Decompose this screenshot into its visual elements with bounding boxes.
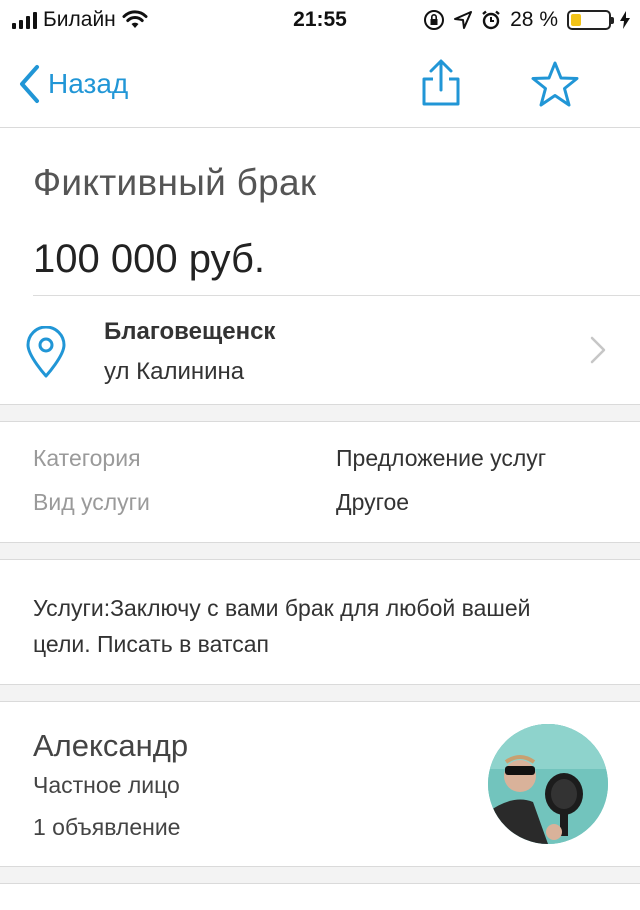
star-icon [531, 61, 579, 107]
avatar-photo [488, 724, 608, 844]
listing-price: 100 000 руб. [33, 237, 265, 281]
alarm-icon [482, 10, 500, 30]
seller-ads-count[interactable]: 1 объявление [33, 814, 180, 841]
address-street: ул Калинина [104, 358, 245, 385]
param-label-category: Категория [33, 445, 141, 471]
section-separator [0, 684, 640, 702]
back-label: Назад [48, 68, 129, 99]
address-row[interactable]: Благовещенск ул Калинина [0, 296, 640, 404]
share-button[interactable] [416, 58, 466, 113]
orientation-lock-icon [424, 10, 445, 30]
param-value-category: Предложение услуг [336, 445, 547, 471]
back-button[interactable]: Назад [18, 64, 128, 104]
battery-icon [567, 10, 614, 30]
seller-name[interactable]: Александр [33, 728, 188, 764]
status-right: 28 % [423, 8, 630, 32]
location-arrow-icon [454, 11, 473, 29]
battery-percent: 28 % [510, 8, 558, 31]
chevron-left-icon [20, 65, 39, 103]
section-separator [0, 866, 640, 884]
battery-level [571, 14, 582, 26]
map-pin-icon [26, 326, 66, 378]
charging-bolt-icon [620, 11, 630, 29]
status-bar: Билайн 21:55 28 % [0, 0, 640, 42]
nav-bar: Назад [0, 42, 640, 128]
param-value-service-type: Другое [336, 489, 410, 515]
chevron-right-icon [590, 336, 606, 364]
section-separator [0, 542, 640, 560]
share-icon [422, 59, 460, 106]
param-label-service-type: Вид услуги [33, 489, 150, 515]
address-city: Благовещенск [104, 318, 276, 345]
listing-description: Услуги:Заключу с вами брак для любой ваш… [33, 595, 531, 657]
section-separator [0, 404, 640, 422]
avatar[interactable] [488, 724, 608, 844]
favorite-button[interactable] [530, 60, 580, 113]
seller-type: Частное лицо [33, 772, 180, 798]
listing-title: Фиктивный брак [33, 162, 317, 203]
